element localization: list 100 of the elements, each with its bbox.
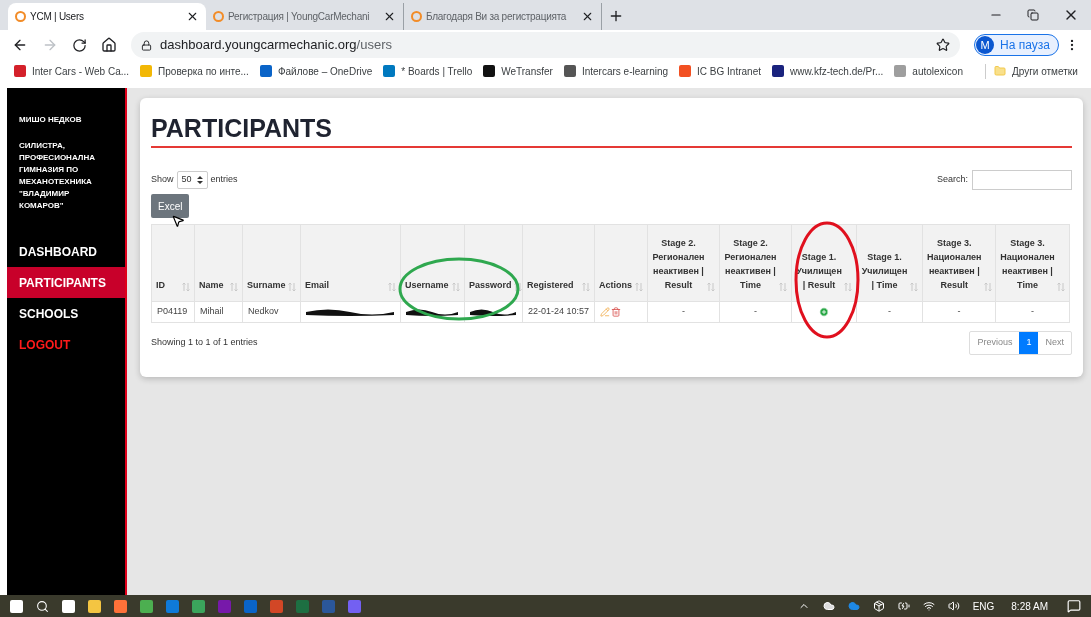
site-icon [383, 65, 396, 77]
site-icon [563, 65, 576, 77]
home-icon[interactable] [101, 37, 117, 53]
new-tab-icon[interactable] [608, 8, 624, 24]
sort-icon [182, 282, 190, 292]
entries-label: entries [210, 173, 238, 187]
table-info: Showing 1 to 1 of 1 entries [151, 336, 258, 350]
bookmark-folder[interactable]: Други отметки [984, 63, 1078, 79]
bookmark-link[interactable]: Файлове – OneDrive [259, 63, 373, 79]
table-cell: - [719, 301, 792, 323]
url-host: dashboard.youngcarmechanic.org [160, 36, 357, 55]
table-cell: Nedkov [242, 301, 301, 323]
search-label: Search: [936, 173, 968, 187]
column-header[interactable]: Stage 2. Регионален неактивен | Time [719, 224, 792, 302]
browser-tab[interactable]: YCM | Users [8, 3, 206, 30]
language-indicator[interactable]: ENG [972, 598, 995, 614]
sort-icon [635, 282, 643, 292]
nav-item[interactable]: SCHOOLS [7, 298, 125, 329]
table-cell: Mihail [194, 301, 243, 323]
tab-title: YCM | Users [30, 10, 85, 24]
bookmark-link[interactable]: Inter Cars - Web Ca... [14, 63, 130, 79]
column-header[interactable]: Actions [594, 224, 648, 302]
sort-icon [779, 282, 787, 292]
search-icon[interactable] [36, 599, 49, 613]
table-cell: - [856, 301, 923, 323]
mouse-cursor-icon [171, 214, 185, 228]
notifications-icon[interactable] [1067, 599, 1081, 613]
tab-title: Благодаря Ви за регистрацията [426, 10, 568, 24]
column-header[interactable]: Email [300, 224, 401, 302]
sort-icon [844, 282, 852, 292]
show-label: Show [151, 173, 174, 187]
nav-item[interactable]: LOGOUT [7, 329, 125, 360]
cloud-icon[interactable] [822, 600, 835, 612]
column-header[interactable]: ID [151, 224, 195, 302]
address-field[interactable]: dashboard.youngcarmechanic.org/users [131, 32, 961, 58]
page-title: PARTICIPANTS [151, 113, 334, 144]
column-header[interactable]: Name [194, 224, 243, 302]
bookmark-link[interactable]: IC BG Intranet [679, 63, 761, 79]
sort-icon [388, 282, 396, 292]
site-icon [140, 65, 153, 77]
page-size-select[interactable]: 50 [176, 171, 208, 189]
redaction-scribble [406, 307, 458, 317]
sort-icon [452, 282, 460, 292]
profile-status: На пауза [1000, 37, 1050, 54]
back-icon[interactable] [12, 37, 28, 53]
pagination-button[interactable]: 1 [1019, 332, 1039, 354]
close-icon[interactable] [383, 10, 396, 23]
site-icon [483, 65, 496, 77]
school-name: СИЛИСТРА, ПРОФЕСИОНАЛНА ГИМНАЗИЯ ПО МЕХАНОТЕХНИКА "ВЛАДИМИР КОМАРОВ" [18, 140, 96, 212]
clock[interactable]: 8:28 AM [1011, 598, 1048, 614]
add-icon[interactable] [819, 306, 829, 317]
spinner-arrows-icon [196, 175, 203, 185]
column-header[interactable]: Stage 2. Регионален неактивен | Result [647, 224, 720, 302]
delete-icon[interactable] [611, 306, 621, 317]
site-icon [679, 65, 692, 77]
table-cell: P04119 [151, 301, 195, 323]
bookmark-link[interactable]: autolexicon [894, 63, 963, 79]
close-icon[interactable] [186, 10, 199, 23]
box-icon[interactable] [872, 600, 885, 612]
bookmark-link[interactable]: WeTransfer [483, 63, 553, 79]
search-field[interactable] [972, 170, 1072, 190]
sort-icon [288, 282, 296, 292]
bookmark-link[interactable]: Проверка по инте... [140, 63, 249, 79]
pagination-button[interactable]: Next [1038, 332, 1071, 354]
close-icon[interactable] [581, 10, 594, 23]
bookmark-link[interactable]: * Boards | Trello [383, 63, 473, 79]
user-name: МИШО НЕДКОВ [18, 114, 83, 126]
volume-icon[interactable] [947, 600, 960, 612]
redaction-scribble [470, 307, 516, 317]
bookmark-link[interactable]: Intercars e-learning [563, 63, 669, 79]
restore-icon[interactable] [1027, 9, 1039, 21]
column-header[interactable]: Stage 1. Училищен | Time [856, 224, 923, 302]
column-header[interactable]: Registered [522, 224, 595, 302]
bookmark-star-icon[interactable] [936, 38, 951, 52]
wifi-icon[interactable] [922, 600, 935, 612]
table-cell: - [995, 301, 1070, 323]
column-header[interactable]: Surname [242, 224, 301, 302]
favicon-icon [411, 11, 422, 22]
battery-icon[interactable] [897, 600, 910, 612]
nav-item[interactable]: PARTICIPANTS [7, 267, 125, 298]
nav-item[interactable]: DASHBOARD [7, 236, 125, 267]
tab-title: Регистрация | YoungCarMechani [228, 10, 371, 24]
sort-icon [513, 282, 522, 292]
sort-icon [1057, 282, 1065, 292]
column-header[interactable]: Username [400, 224, 465, 302]
table-cell: - [922, 301, 996, 323]
site-icon [772, 65, 784, 77]
sort-icon [983, 282, 992, 292]
url-path: /users [356, 36, 392, 55]
bookmark-link[interactable]: www.kfz-tech.de/Pr... [772, 63, 884, 79]
column-header[interactable]: Stage 3. Национален неактивен | Time [995, 224, 1070, 302]
reload-icon[interactable] [72, 37, 87, 53]
pagination-button[interactable]: Previous [970, 332, 1020, 354]
excel-button[interactable]: Excel [151, 194, 190, 218]
column-header[interactable]: Stage 3. Национален неактивен | Result [922, 224, 996, 302]
sort-icon [910, 282, 918, 292]
site-icon [14, 65, 26, 77]
profile-button[interactable]: M На пауза [974, 34, 1059, 56]
column-header[interactable]: Password [464, 224, 523, 302]
sort-icon [707, 282, 715, 292]
